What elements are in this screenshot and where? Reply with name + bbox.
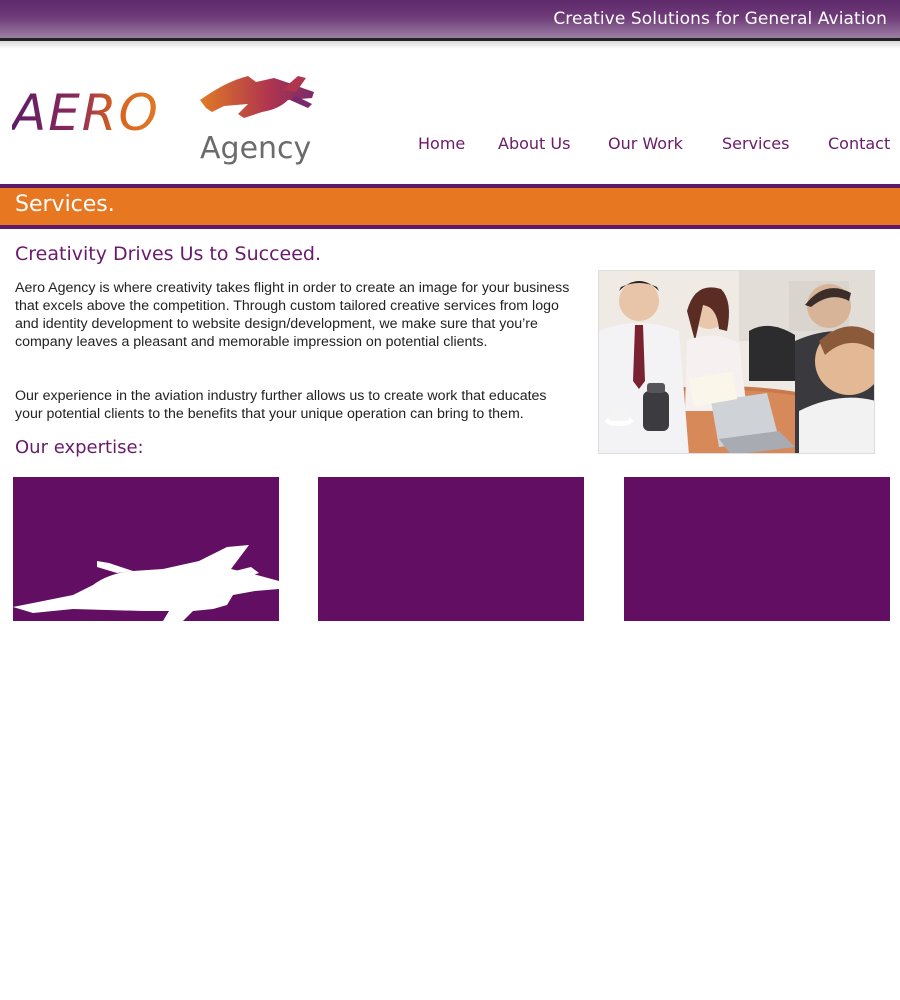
top-banner: Creative Solutions for General Aviation — [0, 0, 900, 41]
experience-paragraph: Our experience in the aviation industry … — [15, 388, 547, 422]
page-headline: Creativity Drives Us to Succeed. — [15, 243, 322, 265]
main-navigation: Home About Us Our Work Services Contact — [0, 134, 900, 158]
nav-services[interactable]: Services — [722, 134, 789, 153]
intro-paragraph: Aero Agency is where creativity takes fl… — [15, 280, 570, 350]
expertise-heading: Our expertise: — [15, 437, 144, 458]
business-meeting-photo — [598, 270, 875, 454]
section-title-bar: Services. — [0, 184, 900, 229]
banner-shadow — [0, 41, 900, 49]
nav-our-work[interactable]: Our Work — [608, 134, 683, 153]
nav-about-us[interactable]: About Us — [498, 134, 570, 153]
expertise-card-aviation[interactable] — [13, 477, 279, 621]
nav-contact[interactable]: Contact — [828, 134, 890, 153]
expertise-card-3[interactable] — [624, 477, 890, 621]
section-title: Services. — [15, 192, 115, 217]
site-tagline: Creative Solutions for General Aviation — [553, 9, 887, 29]
nav-home[interactable]: Home — [418, 134, 465, 153]
expertise-card-2[interactable] — [318, 477, 584, 621]
airplane-silhouette-icon — [13, 545, 279, 621]
